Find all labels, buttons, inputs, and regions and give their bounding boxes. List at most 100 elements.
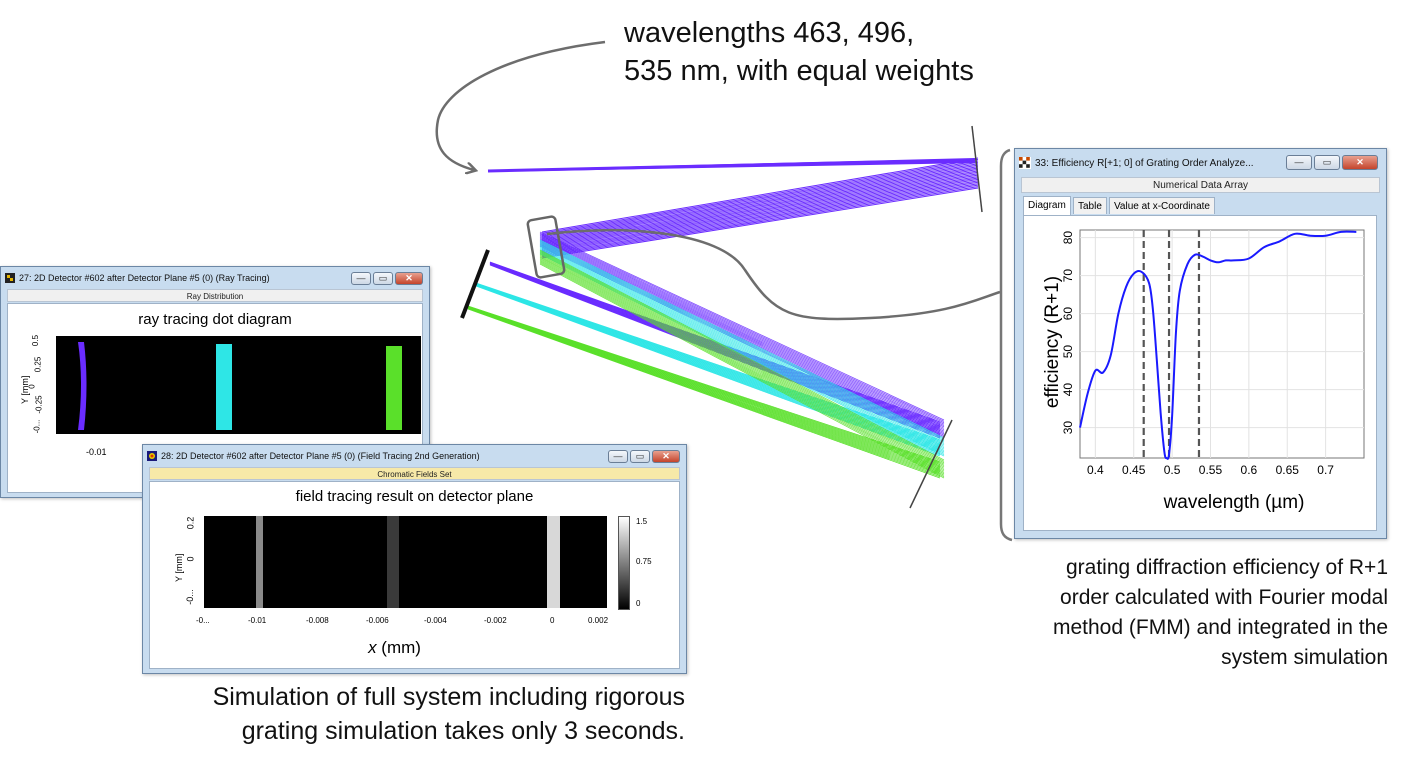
beam-ray-violet: [541, 183, 979, 255]
ray-dots: [78, 342, 402, 430]
wavelengths-line-2: 535 nm, with equal weights: [624, 55, 974, 87]
beam-ray-from-grating: [539, 248, 945, 450]
minimize-button[interactable]: —: [1286, 155, 1312, 170]
colorbar-tick: 1.5: [636, 517, 648, 526]
beam-ray-violet: [541, 178, 979, 252]
detector-app-icon: [147, 451, 157, 461]
dispersed-beams: [467, 231, 945, 479]
beam-ray-from-grating: [539, 251, 945, 464]
simulation-line-1: Simulation of full system including rigo…: [212, 683, 685, 711]
field-xtick: -0.002: [484, 616, 507, 625]
beam-ray-violet: [541, 166, 979, 240]
ray-plot-title: ray tracing dot diagram: [138, 311, 292, 328]
window-controls: — ▭ ✕: [1286, 155, 1378, 170]
ray-plot-yticks: 0.5 0.25 0 -0.25 -0...: [27, 335, 54, 436]
field-xtick: -0.008: [306, 616, 329, 625]
grating-line-4: system simulation: [1221, 646, 1388, 669]
close-button[interactable]: ✕: [395, 272, 423, 285]
field-xtick: -0.004: [424, 616, 447, 625]
mirror-left: [460, 249, 490, 319]
close-button[interactable]: ✕: [652, 450, 680, 463]
chart-x-tick-label: 0.5: [1164, 463, 1181, 477]
field-ytick: 0: [185, 556, 196, 562]
field-ytick: 0.2: [185, 516, 196, 530]
colorbar-tick: 0.75: [636, 557, 652, 566]
beam-ray-from-grating: [539, 259, 945, 473]
chart-x-tick-label: 0.7: [1317, 463, 1334, 477]
annotation-arrow: [435, 40, 606, 170]
chart-y-tick-label: 50: [1061, 345, 1075, 359]
field-plot-ylabel: Y [mm]: [174, 553, 184, 582]
beam-ray-from-grating: [539, 257, 945, 471]
field-plot-area: [204, 516, 607, 608]
field-plot-title: field tracing result on detector plane: [295, 488, 534, 505]
maximize-button[interactable]: ▭: [630, 450, 650, 463]
minimize-button[interactable]: —: [351, 272, 371, 285]
chart-y-tick-label: 60: [1061, 307, 1075, 321]
maximize-button[interactable]: ▭: [1314, 155, 1340, 170]
detector-app-icon: [5, 273, 15, 283]
efficiency-chart: 0.4 0.45 0.5 0.55 0.6 0.65 0.7 30 40 50 60 70 80 wav…: [1042, 229, 1365, 513]
chart-plot-frame: [1079, 229, 1365, 459]
beam-ray-from-grating: [539, 243, 945, 444]
beam-ray-violet: [541, 173, 979, 247]
input-beam: [487, 158, 976, 173]
beam-ray-violet: [541, 163, 979, 238]
field-ytick: -0...: [184, 589, 195, 605]
window-bracket: [999, 148, 1013, 542]
simulation-annotation: Simulation of full system including rigo…: [213, 680, 685, 748]
beam-ray-violet: [541, 164, 979, 239]
grating-efficiency-annotation: grating diffraction efficiency of R+1 or…: [1053, 553, 1388, 673]
chart-y-tick-label: 40: [1061, 383, 1075, 397]
window-title: 33: Efficiency R[+1; 0] of Grating Order…: [1035, 157, 1254, 169]
window-controls: — ▭ ✕: [608, 450, 680, 463]
ray-xtick: -0.01: [86, 447, 107, 457]
tab-diagram[interactable]: Diagram: [1023, 196, 1071, 215]
maximize-button[interactable]: ▭: [373, 272, 393, 285]
window-subtitle: Numerical Data Array: [1021, 177, 1380, 193]
minimize-button[interactable]: —: [608, 450, 628, 463]
field-xlabel-unit: (mm): [376, 638, 421, 657]
chart-x-tick-label: 0.55: [1199, 463, 1223, 477]
beam-ray-violet: [541, 176, 979, 249]
chart-x-tick-label: 0.45: [1122, 463, 1146, 477]
ray-ytick: 0: [27, 384, 37, 389]
tab-value-at-x[interactable]: Value at x-Coordinate: [1109, 197, 1215, 214]
grating-app-icon: [1019, 157, 1031, 169]
window-efficiency[interactable]: 33: Efficiency R[+1; 0] of Grating Order…: [1014, 148, 1387, 539]
field-xtick: 0.002: [588, 616, 609, 625]
beam-ray-from-grating: [539, 245, 945, 446]
ray-ytick: -0.25: [34, 395, 44, 414]
beam-ray-from-grating: [539, 240, 945, 440]
window-titlebar[interactable]: 28: 2D Detector #602 after Detector Plan…: [143, 445, 686, 467]
chart-x-axis-label: wavelength (µm): [1163, 492, 1305, 513]
beam-ray-from-grating: [539, 255, 945, 468]
beam-ray-from-grating: [539, 258, 945, 472]
field-xlabel-var: x: [368, 638, 377, 657]
close-button[interactable]: ✕: [1342, 155, 1378, 170]
field-plot-panel: field tracing result on detector plane Y…: [149, 481, 680, 669]
grating-line-2: order calculated with Fourier modal: [1060, 586, 1388, 609]
beam-ray-from-grating: [539, 242, 945, 443]
field-xtick: 0: [550, 616, 555, 625]
window-controls: — ▭ ✕: [351, 272, 423, 285]
beam-ray-from-grating: [539, 239, 945, 439]
window-title: 28: 2D Detector #602 after Detector Plan…: [161, 451, 480, 461]
simulation-line-2: grating simulation takes only 3 seconds.: [241, 717, 685, 745]
ray-ytick: 0.25: [33, 356, 43, 373]
beam-ray-from-grating: [539, 253, 945, 466]
field-xtick: -0.01: [248, 616, 267, 625]
field-xtick: -0.006: [366, 616, 389, 625]
field-xticks: -0... -0.01 -0.008 -0.006 -0.004 -0.002 …: [196, 616, 609, 628]
chart-y-axis-label: efficiency (R+1): [1042, 276, 1063, 408]
field-xtick: -0...: [196, 616, 210, 625]
beam-ray-from-grating: [539, 241, 945, 442]
colorbar: [618, 516, 630, 610]
window-field-tracing[interactable]: 28: 2D Detector #602 after Detector Plan…: [142, 444, 687, 674]
ray-plot-area: [56, 336, 421, 434]
chart-x-tick-label: 0.6: [1241, 463, 1258, 477]
tab-table[interactable]: Table: [1073, 197, 1107, 214]
chart-y-tick-label: 70: [1061, 269, 1075, 283]
chart-y-tick-label: 80: [1061, 231, 1075, 245]
field-stripes: [256, 516, 560, 608]
